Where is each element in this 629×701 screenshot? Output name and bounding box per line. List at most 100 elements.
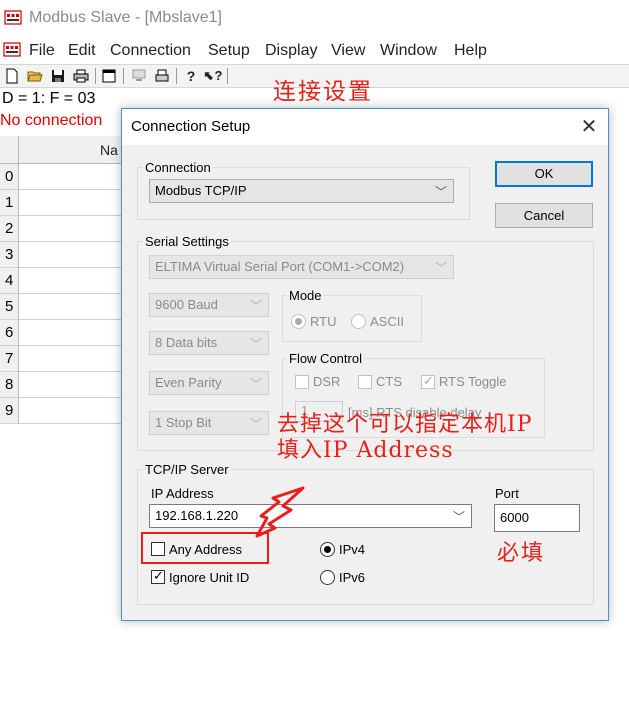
parity-select[interactable]: Even Parity ﹀ <box>149 371 269 395</box>
serial-port-select[interactable]: ELTIMA Virtual Serial Port (COM1->COM2) … <box>149 255 454 279</box>
ignore-unit-id-label: Ignore Unit ID <box>169 570 250 585</box>
grid-cell[interactable] <box>19 294 130 320</box>
grid-cell[interactable] <box>19 346 130 372</box>
annotation-port-required: 必填 <box>497 541 546 566</box>
chevron-down-icon: ﹀ <box>452 510 465 524</box>
cancel-button[interactable]: Cancel <box>495 203 593 228</box>
new-icon[interactable] <box>3 67 21 85</box>
checkmark-icon: ✓ <box>153 568 164 583</box>
printer2-icon[interactable] <box>153 67 171 85</box>
ignore-unit-id-checkbox[interactable]: ✓ <box>151 568 165 584</box>
menu-connection[interactable]: Connection <box>110 42 191 60</box>
toolbar-separator <box>227 68 228 84</box>
port-label: Port <box>495 486 519 501</box>
grid-cell[interactable] <box>19 320 130 346</box>
checkmark-icon: ✓ <box>423 373 434 388</box>
toolbar-separator <box>123 68 124 84</box>
app-title-bar: Modbus Slave - [Mbslave1] <box>0 0 629 38</box>
ipv4-label: IPv4 <box>339 542 366 557</box>
menu-display[interactable]: Display <box>265 42 317 60</box>
data-bits-value: 8 Data bits <box>155 335 218 350</box>
baud-value: 9600 Baud <box>155 297 218 312</box>
status-line: D = 1: F = 03 <box>2 90 96 107</box>
close-icon[interactable]: ✕ <box>575 113 603 141</box>
dialog-title: Connection Setup <box>131 118 251 135</box>
annotation-ip-note: 去掉这个可以指定本机IP 填入IP Address <box>277 412 533 464</box>
ipv4-radio[interactable] <box>320 542 335 557</box>
rts-toggle-label: RTS Toggle <box>439 374 507 389</box>
grid-corner <box>0 136 19 164</box>
toolbar-separator <box>95 68 96 84</box>
chevron-down-icon: ﹀ <box>249 299 262 313</box>
ip-address-value: 192.168.1.220 <box>155 508 239 523</box>
grid-row-number: 4 <box>0 268 19 294</box>
menu-file[interactable]: File <box>29 42 55 60</box>
menu-window[interactable]: Window <box>380 42 437 60</box>
baud-select[interactable]: 9600 Baud ﹀ <box>149 293 269 317</box>
serial-settings-label: Serial Settings <box>143 234 231 249</box>
port-input[interactable]: 6000 <box>494 504 580 532</box>
ok-button[interactable]: OK <box>495 161 593 187</box>
rtu-radio[interactable] <box>291 314 306 329</box>
connection-type-value: Modbus TCP/IP <box>155 183 247 198</box>
monitor-icon[interactable] <box>130 67 148 85</box>
menu-setup[interactable]: Setup <box>208 42 250 60</box>
menu-help[interactable]: Help <box>454 42 487 60</box>
tcpip-server-label: TCP/IP Server <box>143 462 231 477</box>
open-icon[interactable] <box>26 67 44 85</box>
grid-cell[interactable] <box>19 372 130 398</box>
ascii-radio[interactable] <box>351 314 366 329</box>
grid-cell[interactable] <box>19 216 130 242</box>
radio-dot <box>295 318 302 325</box>
stop-bits-value: 1 Stop Bit <box>155 415 212 430</box>
context-help-icon[interactable]: ⬉? <box>204 67 223 85</box>
ipv6-radio[interactable] <box>320 570 335 585</box>
menu-view[interactable]: View <box>331 42 365 60</box>
chevron-down-icon: ﹀ <box>434 261 447 275</box>
serial-port-value: ELTIMA Virtual Serial Port (COM1->COM2) <box>155 259 405 274</box>
cts-checkbox[interactable] <box>358 375 372 389</box>
grid-row-number: 1 <box>0 190 19 216</box>
grid-row-number: 3 <box>0 242 19 268</box>
grid-row-number: 8 <box>0 372 19 398</box>
ascii-label: ASCII <box>370 314 404 329</box>
chevron-down-icon: ﹀ <box>249 417 262 431</box>
print-icon[interactable] <box>72 67 90 85</box>
radio-dot <box>324 546 331 553</box>
mode-label: Mode <box>287 288 324 303</box>
grid-row-number: 7 <box>0 346 19 372</box>
window-icon[interactable] <box>100 67 118 85</box>
connection-group-label: Connection <box>143 160 213 175</box>
menu-bar: File Edit Connection Setup Display View … <box>0 38 629 64</box>
app-window-title: Modbus Slave - [Mbslave1] <box>29 9 222 26</box>
help-icon[interactable]: ? <box>182 67 200 85</box>
dsr-label: DSR <box>313 374 341 389</box>
rts-toggle-checkbox[interactable]: ✓ <box>421 373 435 389</box>
grid-cell[interactable] <box>19 398 130 424</box>
data-bits-select[interactable]: 8 Data bits ﹀ <box>149 331 269 355</box>
grid-row-number: 6 <box>0 320 19 346</box>
chevron-down-icon: ﹀ <box>249 377 262 391</box>
dialog-title-bar[interactable]: Connection Setup ✕ <box>122 109 608 145</box>
register-grid: Na 0 1 2 3 4 5 6 7 8 9 <box>0 136 130 426</box>
annotation-ip-note-line1: 去掉这个可以指定本机IP <box>277 412 533 437</box>
chevron-down-icon: ﹀ <box>434 185 447 199</box>
grid-cell[interactable] <box>19 164 130 190</box>
grid-row-number: 5 <box>0 294 19 320</box>
parity-value: Even Parity <box>155 375 222 390</box>
save-icon[interactable] <box>49 67 67 85</box>
cts-label: CTS <box>376 374 402 389</box>
grid-cell[interactable] <box>19 242 130 268</box>
connection-type-select[interactable]: Modbus TCP/IP ﹀ <box>149 179 454 203</box>
menu-edit[interactable]: Edit <box>68 42 96 60</box>
stop-bits-select[interactable]: 1 Stop Bit ﹀ <box>149 411 269 435</box>
grid-column-name: Na <box>100 142 118 158</box>
annotation-ip-note-line2: 填入IP Address <box>277 438 454 463</box>
annotation-connection-settings: 连接设置 <box>273 79 373 105</box>
grid-cell[interactable] <box>19 190 130 216</box>
annotation-arrow-icon <box>255 486 305 538</box>
dsr-checkbox[interactable] <box>295 375 309 389</box>
document-system-icon[interactable] <box>3 41 21 59</box>
connection-status: No connection <box>0 112 103 129</box>
grid-cell[interactable] <box>19 268 130 294</box>
